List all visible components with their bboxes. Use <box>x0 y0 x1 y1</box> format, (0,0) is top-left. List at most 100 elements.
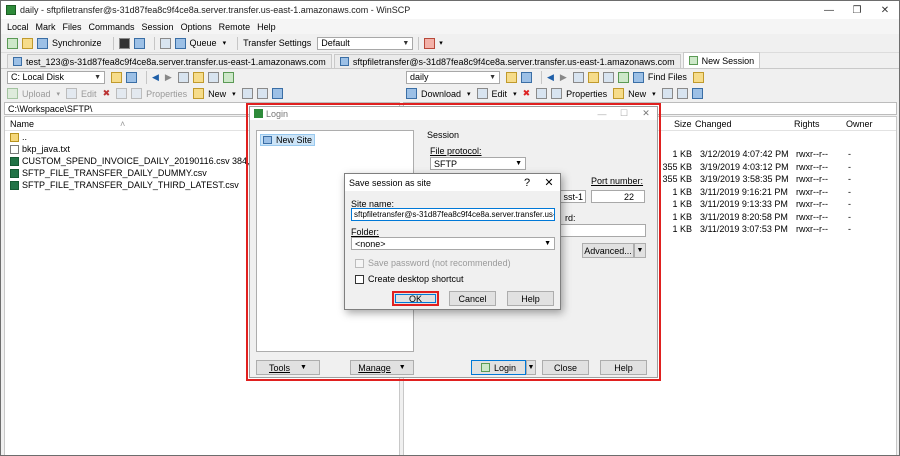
chevron-down-icon[interactable]: ▾ <box>652 90 656 98</box>
local-actions: Upload ▾ Edit ✖ Properties New ▾ <box>7 86 397 101</box>
menu-local[interactable]: Local <box>7 22 29 32</box>
tab-label: sftpfiletransfer@s-31d87fea8c9f4ce8a.ser… <box>352 56 675 67</box>
help-question-icon[interactable]: ? <box>516 177 538 189</box>
edit-icon[interactable] <box>66 88 78 99</box>
chevron-down-icon[interactable]: ▾ <box>57 90 61 98</box>
file-name: bkp_java.txt <box>22 144 71 154</box>
tab-new-session[interactable]: New Session <box>682 52 761 68</box>
site-name-input[interactable]: sftpfiletransfer@s-31d87fea8c9f4ce8a.ser… <box>351 208 555 221</box>
tab-session-test-123[interactable]: test_123@s-31d87fea8c9f4ce8a.server.tran… <box>7 54 332 68</box>
chevron-down-icon[interactable]: ▾ <box>467 90 471 98</box>
refresh-icon[interactable] <box>222 71 234 83</box>
local-drive-select[interactable]: C: Local Disk ▼ <box>7 70 105 84</box>
select-all-icon[interactable] <box>661 88 673 99</box>
transfer-settings-select[interactable]: Default ▼ <box>317 36 414 50</box>
synchronize-button[interactable]: Synchronize <box>52 38 102 48</box>
invert-selection-icon[interactable] <box>271 88 283 99</box>
add-bookmark-icon[interactable] <box>7 37 18 49</box>
close-icon[interactable]: ✕ <box>538 176 560 189</box>
close-window-button[interactable]: ✕ <box>871 5 899 16</box>
new-icon[interactable] <box>613 88 625 99</box>
upload-icon[interactable] <box>7 88 18 99</box>
help-button[interactable]: Help <box>507 291 554 306</box>
parent-directory-icon[interactable] <box>177 71 189 83</box>
synchronize-icon[interactable] <box>37 37 48 49</box>
download-button[interactable]: Download <box>421 89 461 99</box>
menu-help[interactable]: Help <box>257 22 276 32</box>
cancel-button[interactable]: Cancel <box>449 291 496 306</box>
back-arrow-icon[interactable]: ◀ <box>152 72 159 83</box>
edit-button[interactable]: Edit <box>81 89 97 99</box>
desktop-shortcut-checkbox[interactable] <box>355 274 364 284</box>
root-directory-icon[interactable] <box>192 71 204 83</box>
properties-icon[interactable] <box>131 88 143 99</box>
menu-mark[interactable]: Mark <box>36 22 56 32</box>
find-files-icon[interactable] <box>632 71 644 83</box>
properties-button[interactable]: Properties <box>566 89 607 99</box>
home-icon[interactable] <box>207 71 219 83</box>
save-password-checkbox[interactable] <box>355 258 364 268</box>
local-drive-value: C: Local Disk <box>11 72 65 82</box>
column-size[interactable]: Size <box>669 119 692 129</box>
properties-button[interactable]: Properties <box>146 89 187 99</box>
queue-button[interactable]: Queue <box>190 38 217 48</box>
invert-selection-icon[interactable] <box>691 88 703 99</box>
maximize-button[interactable]: ❐ <box>843 5 871 16</box>
forward-arrow-icon[interactable]: ▶ <box>560 72 567 83</box>
filter-icon[interactable] <box>126 71 137 83</box>
open-folder-icon[interactable] <box>506 71 517 83</box>
column-name[interactable]: Name <box>5 119 115 129</box>
column-changed[interactable]: Changed <box>690 119 789 129</box>
queue-dropdown-icon[interactable]: ▾ <box>223 39 227 47</box>
toolbar-separator <box>112 36 114 50</box>
rename-icon[interactable] <box>116 88 128 99</box>
root-directory-icon[interactable] <box>587 71 599 83</box>
filter-icon[interactable] <box>521 71 532 83</box>
console-icon[interactable] <box>118 37 130 49</box>
putty-icon[interactable] <box>133 37 145 49</box>
cell-rights: rwxr--r-- <box>796 174 828 185</box>
winscp-window: daily - sftpfiletransfer@s-31d87fea8c9f4… <box>0 0 900 456</box>
refresh-icon[interactable] <box>617 71 629 83</box>
chevron-down-icon[interactable]: ▾ <box>513 90 517 98</box>
rename-icon[interactable] <box>536 88 548 99</box>
open-folder-icon[interactable] <box>111 71 122 83</box>
new-button[interactable]: New <box>208 89 226 99</box>
parent-directory-icon[interactable] <box>572 71 584 83</box>
column-owner[interactable]: Owner <box>841 119 873 129</box>
column-rights[interactable]: Rights <box>789 119 841 129</box>
menu-files[interactable]: Files <box>63 22 82 32</box>
transfer-preset-icon[interactable] <box>424 37 436 49</box>
tab-session-sftpfiletransfer[interactable]: sftpfiletransfer@s-31d87fea8c9f4ce8a.ser… <box>333 54 681 68</box>
new-button[interactable]: New <box>628 89 646 99</box>
remote-folder-select[interactable]: daily ▼ <box>406 70 500 84</box>
chevron-down-icon[interactable]: ▾ <box>232 90 236 98</box>
edit-button[interactable]: Edit <box>492 89 508 99</box>
clear-selection-icon[interactable] <box>256 88 268 99</box>
menu-remote[interactable]: Remote <box>219 22 251 32</box>
edit-icon[interactable] <box>476 88 488 99</box>
menu-options[interactable]: Options <box>181 22 212 32</box>
upload-button[interactable]: Upload <box>22 89 51 99</box>
folder-select[interactable]: <none> ▼ <box>351 237 555 250</box>
delete-icon[interactable]: ✖ <box>103 88 111 99</box>
download-icon[interactable] <box>406 88 417 99</box>
minimize-button[interactable]: — <box>815 5 843 16</box>
delete-icon[interactable]: ✖ <box>523 88 531 99</box>
preferences-gear-icon[interactable] <box>159 37 171 49</box>
forward-arrow-icon[interactable]: ▶ <box>165 72 172 83</box>
compare-directories-icon[interactable] <box>22 37 33 49</box>
menu-session[interactable]: Session <box>142 22 174 32</box>
select-all-icon[interactable] <box>241 88 253 99</box>
preset-dropdown-icon[interactable]: ▾ <box>439 39 443 47</box>
menu-commands[interactable]: Commands <box>89 22 135 32</box>
properties-icon[interactable] <box>551 88 563 99</box>
back-arrow-icon[interactable]: ◀ <box>547 72 554 83</box>
home-icon[interactable] <box>602 71 614 83</box>
new-icon[interactable] <box>193 88 205 99</box>
find-files-button[interactable]: Find Files <box>648 72 687 82</box>
queue-icon[interactable] <box>174 37 186 49</box>
ok-button[interactable]: OK <box>392 291 439 306</box>
synchronize-browsing-icon[interactable] <box>692 71 704 83</box>
clear-selection-icon[interactable] <box>676 88 688 99</box>
